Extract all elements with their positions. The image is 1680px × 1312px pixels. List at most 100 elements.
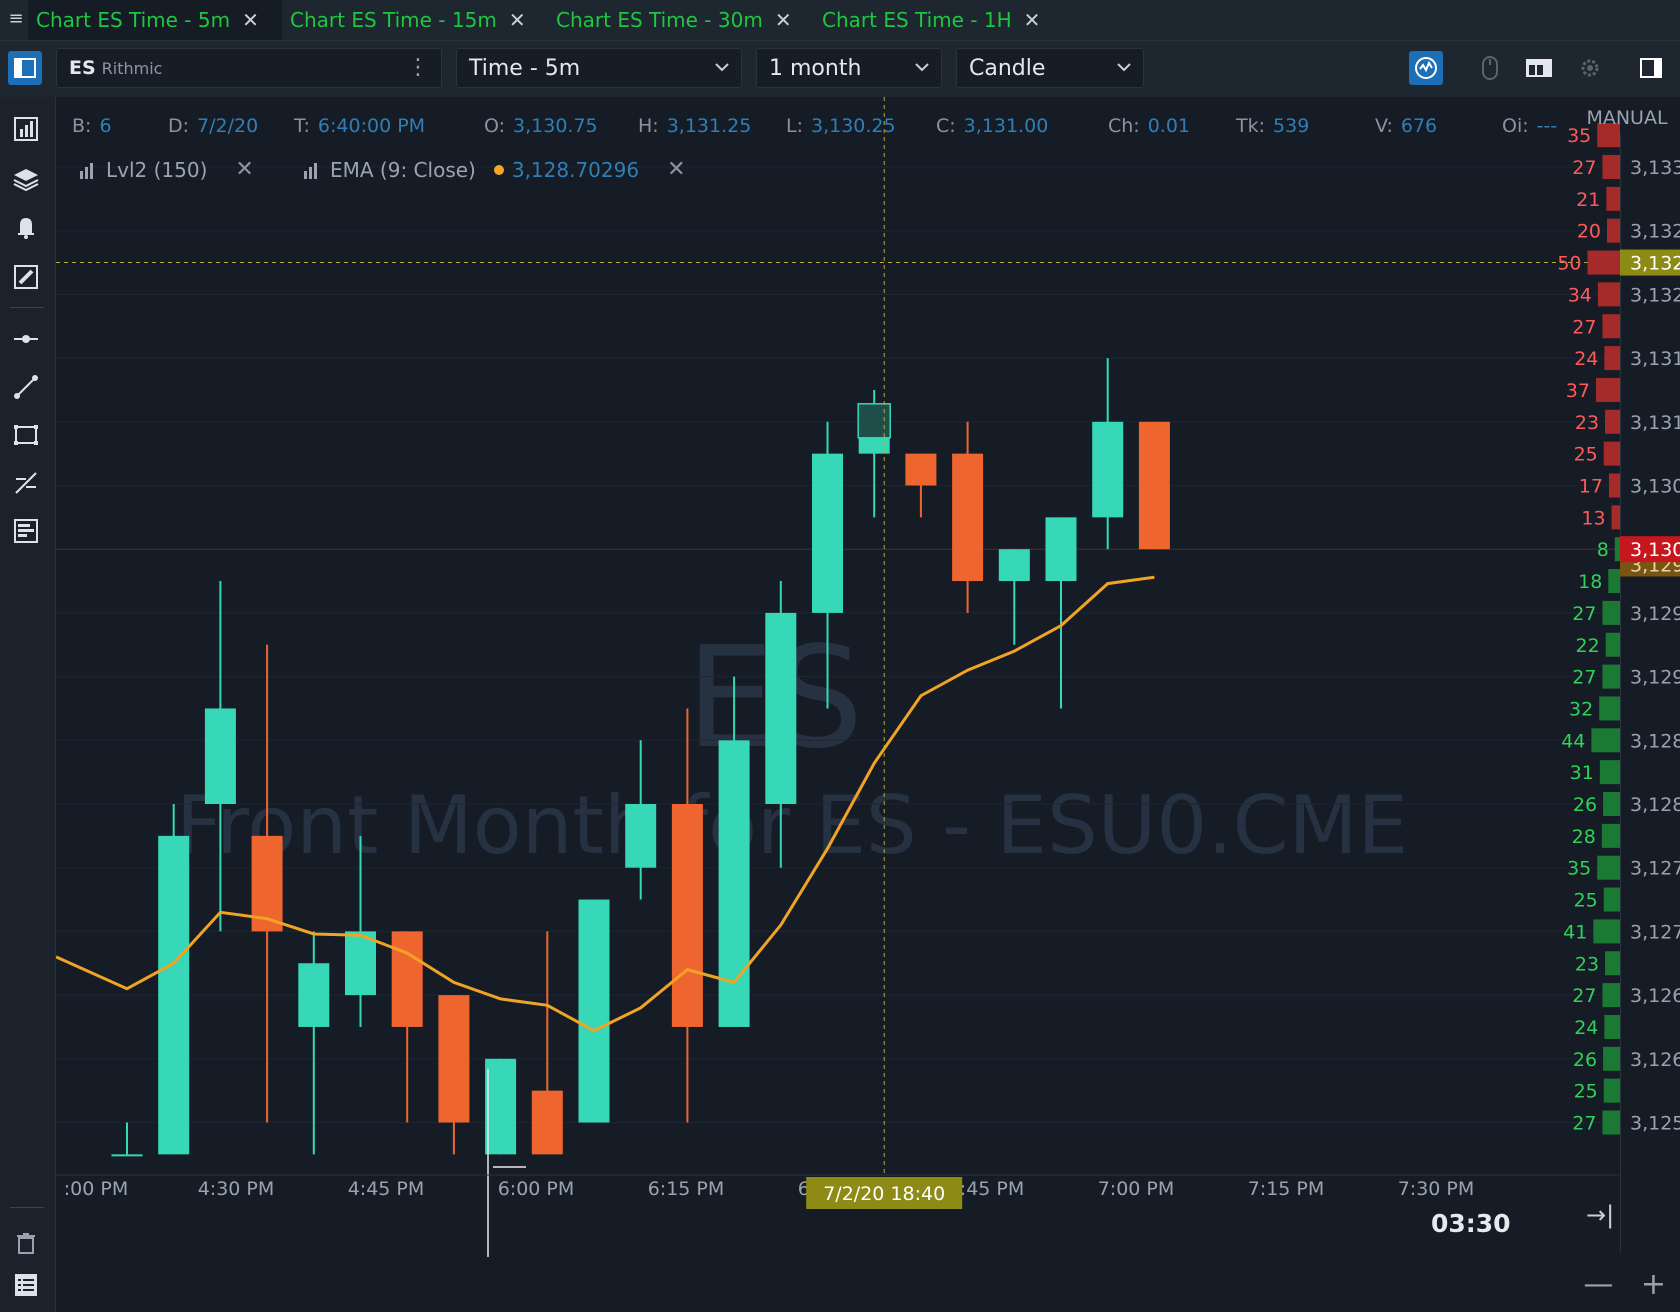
object-list-icon[interactable] bbox=[8, 1267, 44, 1303]
candle-body[interactable] bbox=[485, 1058, 517, 1155]
candle-body[interactable] bbox=[718, 740, 750, 1027]
order-book-size: 18 bbox=[1578, 571, 1602, 593]
symbol-input[interactable]: ES Rithmic ⋮ bbox=[56, 48, 442, 88]
ema-color-dot bbox=[493, 164, 504, 175]
price-tick-label: 3,126.50 bbox=[1630, 985, 1680, 1007]
study-label: EMA (9: Close) bbox=[330, 157, 476, 182]
remove-study-close-icon[interactable]: ✕ bbox=[235, 157, 253, 182]
close-icon[interactable]: ✕ bbox=[242, 8, 259, 32]
tab-chart-15m[interactable]: Chart ES Time - 15m ✕ bbox=[290, 0, 526, 40]
order-book-size: 17 bbox=[1579, 476, 1603, 498]
order-book-size: 32 bbox=[1569, 698, 1593, 720]
alert-bell-icon[interactable] bbox=[8, 209, 44, 245]
mouse-icon[interactable] bbox=[1473, 51, 1507, 85]
range-select[interactable]: 1 month bbox=[756, 48, 942, 88]
close-icon[interactable]: ✕ bbox=[1024, 8, 1041, 32]
candle-body[interactable] bbox=[905, 453, 937, 486]
candle-body[interactable] bbox=[158, 835, 190, 1155]
zoom-in-icon[interactable]: + bbox=[1641, 1267, 1666, 1302]
candle-body[interactable] bbox=[625, 804, 657, 868]
order-book-size: 27 bbox=[1572, 316, 1596, 338]
candle-body[interactable] bbox=[998, 549, 1030, 582]
order-book-size: 25 bbox=[1574, 890, 1598, 912]
candle-body[interactable] bbox=[438, 995, 470, 1123]
horizontal-line-tool-icon[interactable] bbox=[8, 321, 44, 357]
candle-body[interactable] bbox=[204, 708, 236, 804]
chart-style-select[interactable]: Candle bbox=[956, 48, 1144, 88]
order-book-size: 26 bbox=[1573, 794, 1597, 816]
trend-line-tool-icon[interactable] bbox=[8, 369, 44, 405]
price-tick-label: 3,129.50 bbox=[1630, 603, 1680, 625]
study-lvl2[interactable]: Lvl2 (150) ✕ bbox=[78, 157, 254, 182]
tab-chart-30m[interactable]: Chart ES Time - 30m ✕ bbox=[556, 0, 792, 40]
order-book-bar bbox=[1605, 951, 1620, 976]
hamburger-menu-icon[interactable]: ≡ bbox=[6, 9, 26, 29]
crosshair-price-label: 3,132.25 bbox=[1630, 253, 1680, 275]
price-tick-label: 3,131.00 bbox=[1630, 412, 1680, 434]
close-icon[interactable]: ✕ bbox=[509, 8, 526, 32]
study-ema[interactable]: EMA (9: Close) 3,128.70296 ✕ bbox=[302, 157, 686, 182]
order-book-size: 35 bbox=[1567, 858, 1591, 880]
candle-body[interactable] bbox=[1138, 421, 1170, 550]
volume-profile-tool-icon[interactable] bbox=[8, 513, 44, 549]
templates-icon[interactable] bbox=[1522, 51, 1556, 85]
order-book-bar bbox=[1603, 887, 1620, 912]
fibonacci-tool-icon[interactable] bbox=[8, 465, 44, 501]
pencil-icon[interactable] bbox=[8, 259, 44, 295]
candle-body[interactable] bbox=[578, 899, 610, 1123]
order-book-size: 25 bbox=[1574, 1081, 1598, 1103]
price-tick-label: 3,130.50 bbox=[1630, 476, 1680, 498]
hovered-candle[interactable] bbox=[857, 403, 891, 439]
more-vert-icon[interactable]: ⋮ bbox=[407, 55, 429, 80]
gear-icon[interactable] bbox=[1573, 51, 1607, 85]
order-book-size: 37 bbox=[1566, 380, 1590, 402]
order-book-size: 44 bbox=[1561, 730, 1585, 752]
chevron-down-icon bbox=[715, 63, 729, 72]
candle-body[interactable] bbox=[1045, 517, 1077, 582]
candle-body[interactable] bbox=[812, 453, 843, 613]
info-bar-item: B: 6 bbox=[72, 115, 112, 137]
candle-body[interactable] bbox=[1092, 421, 1124, 518]
candle-body[interactable] bbox=[671, 804, 703, 1027]
panel-toggle-icon[interactable] bbox=[1634, 51, 1668, 85]
chart-canvas[interactable]: 35 27 21 20 50 34 27 24 37 23 25 17 13 8 18 27 22 27 32 44 3… bbox=[56, 97, 1680, 1312]
candle-body[interactable] bbox=[391, 931, 423, 1027]
price-tick-label: 3,128.50 bbox=[1630, 730, 1680, 752]
order-book-size: 20 bbox=[1577, 221, 1601, 243]
tab-chart-5m[interactable]: Chart ES Time - 5m ✕ bbox=[28, 0, 282, 40]
price-tick-label: 3,131.50 bbox=[1630, 348, 1680, 370]
chevron-down-icon bbox=[915, 63, 929, 72]
price-scale-mode-label[interactable]: MANUAL bbox=[1574, 97, 1680, 133]
remove-study-close-icon[interactable]: ✕ bbox=[667, 157, 685, 182]
order-book-bar bbox=[1608, 473, 1620, 498]
chart-area[interactable]: ES Front Month for ES - ESU0.CME 3527212… bbox=[56, 97, 1680, 1312]
order-book-size: 27 bbox=[1572, 985, 1596, 1007]
candle-body[interactable] bbox=[952, 453, 984, 582]
candle-body[interactable] bbox=[765, 612, 797, 804]
tab-chart-1h[interactable]: Chart ES Time - 1H ✕ bbox=[822, 0, 1040, 40]
candle-body[interactable] bbox=[298, 963, 330, 1027]
study-chart-icon bbox=[304, 162, 317, 179]
rectangle-tool-icon[interactable] bbox=[8, 417, 44, 453]
zoom-out-icon[interactable]: — bbox=[1583, 1267, 1613, 1302]
toggle-sidebar-icon[interactable] bbox=[8, 51, 42, 85]
price-tick-label: 3,127.00 bbox=[1630, 921, 1680, 943]
scroll-to-end-icon[interactable]: →| bbox=[1586, 1201, 1614, 1229]
order-book-size: 22 bbox=[1576, 635, 1600, 657]
interval-select[interactable]: Time - 5m bbox=[456, 48, 742, 88]
candle-body[interactable] bbox=[111, 1154, 143, 1157]
time-tick-label: 7:30 PM bbox=[1398, 1178, 1475, 1200]
indicators-icon[interactable] bbox=[8, 111, 44, 147]
order-book-size: 23 bbox=[1575, 953, 1599, 975]
symbol-text: ES bbox=[69, 57, 96, 79]
order-book-bar bbox=[1601, 823, 1620, 848]
trade-mode-icon[interactable] bbox=[1409, 51, 1443, 85]
price-tick-label: 3,132.50 bbox=[1630, 221, 1680, 243]
close-icon[interactable]: ✕ bbox=[775, 8, 792, 32]
layers-icon[interactable] bbox=[8, 161, 44, 197]
order-book-size: 28 bbox=[1572, 826, 1596, 848]
candle-body[interactable] bbox=[531, 1090, 563, 1155]
info-open-item: O: 3,130.75 bbox=[484, 115, 598, 137]
sidebar-divider bbox=[10, 307, 44, 308]
trash-icon[interactable] bbox=[8, 1225, 44, 1261]
